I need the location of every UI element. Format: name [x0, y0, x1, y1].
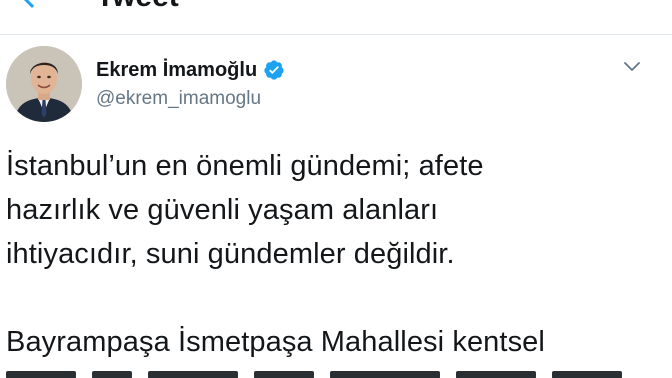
- avatar-photo: [6, 46, 82, 122]
- cutoff-glyphs: [254, 371, 314, 378]
- tweet-detail-screen: Tweet: [0, 0, 672, 378]
- author-handle: @ekrem_imamoglu: [96, 88, 262, 109]
- cutoff-glyphs: [148, 371, 238, 378]
- avatar[interactable]: [6, 46, 82, 122]
- tweet-paragraph-break: [6, 276, 656, 320]
- tweet-text-line: Bayrampaşa İsmetpaşa Mahallesi kentsel: [6, 326, 545, 358]
- display-name: Ekrem İmamoğlu: [96, 58, 258, 81]
- verified-badge-icon: [264, 60, 284, 80]
- back-arrow-icon[interactable]: [14, 0, 50, 14]
- display-name-row: Ekrem İmamoğlu: [96, 56, 285, 84]
- tweet-text-line: hazırlık ve güvenli yaşam alanları: [6, 194, 439, 226]
- page-title: Tweet: [96, 0, 179, 14]
- tweet-author-row: Ekrem İmamoğlu @ekrem_imamoglu: [0, 34, 672, 130]
- author-names[interactable]: Ekrem İmamoğlu @ekrem_imamoglu: [96, 56, 285, 110]
- cutoff-glyphs: [552, 371, 622, 378]
- tweet-text-line: ihtiyacıdır, suni gündemler değildir.: [6, 238, 455, 270]
- tweet-text-cutoff-line: [6, 368, 646, 378]
- top-bar: Tweet: [0, 0, 672, 35]
- tweet-text: İstanbul’un en önemli gündemi; afete haz…: [6, 144, 656, 364]
- tweet-text-line: İstanbul’un en önemli gündemi; afete: [6, 150, 484, 182]
- chevron-down-icon[interactable]: [620, 54, 644, 78]
- cutoff-glyphs: [456, 371, 536, 378]
- cutoff-glyphs: [330, 371, 440, 378]
- cutoff-glyphs: [6, 371, 76, 378]
- cutoff-glyphs: [92, 371, 132, 378]
